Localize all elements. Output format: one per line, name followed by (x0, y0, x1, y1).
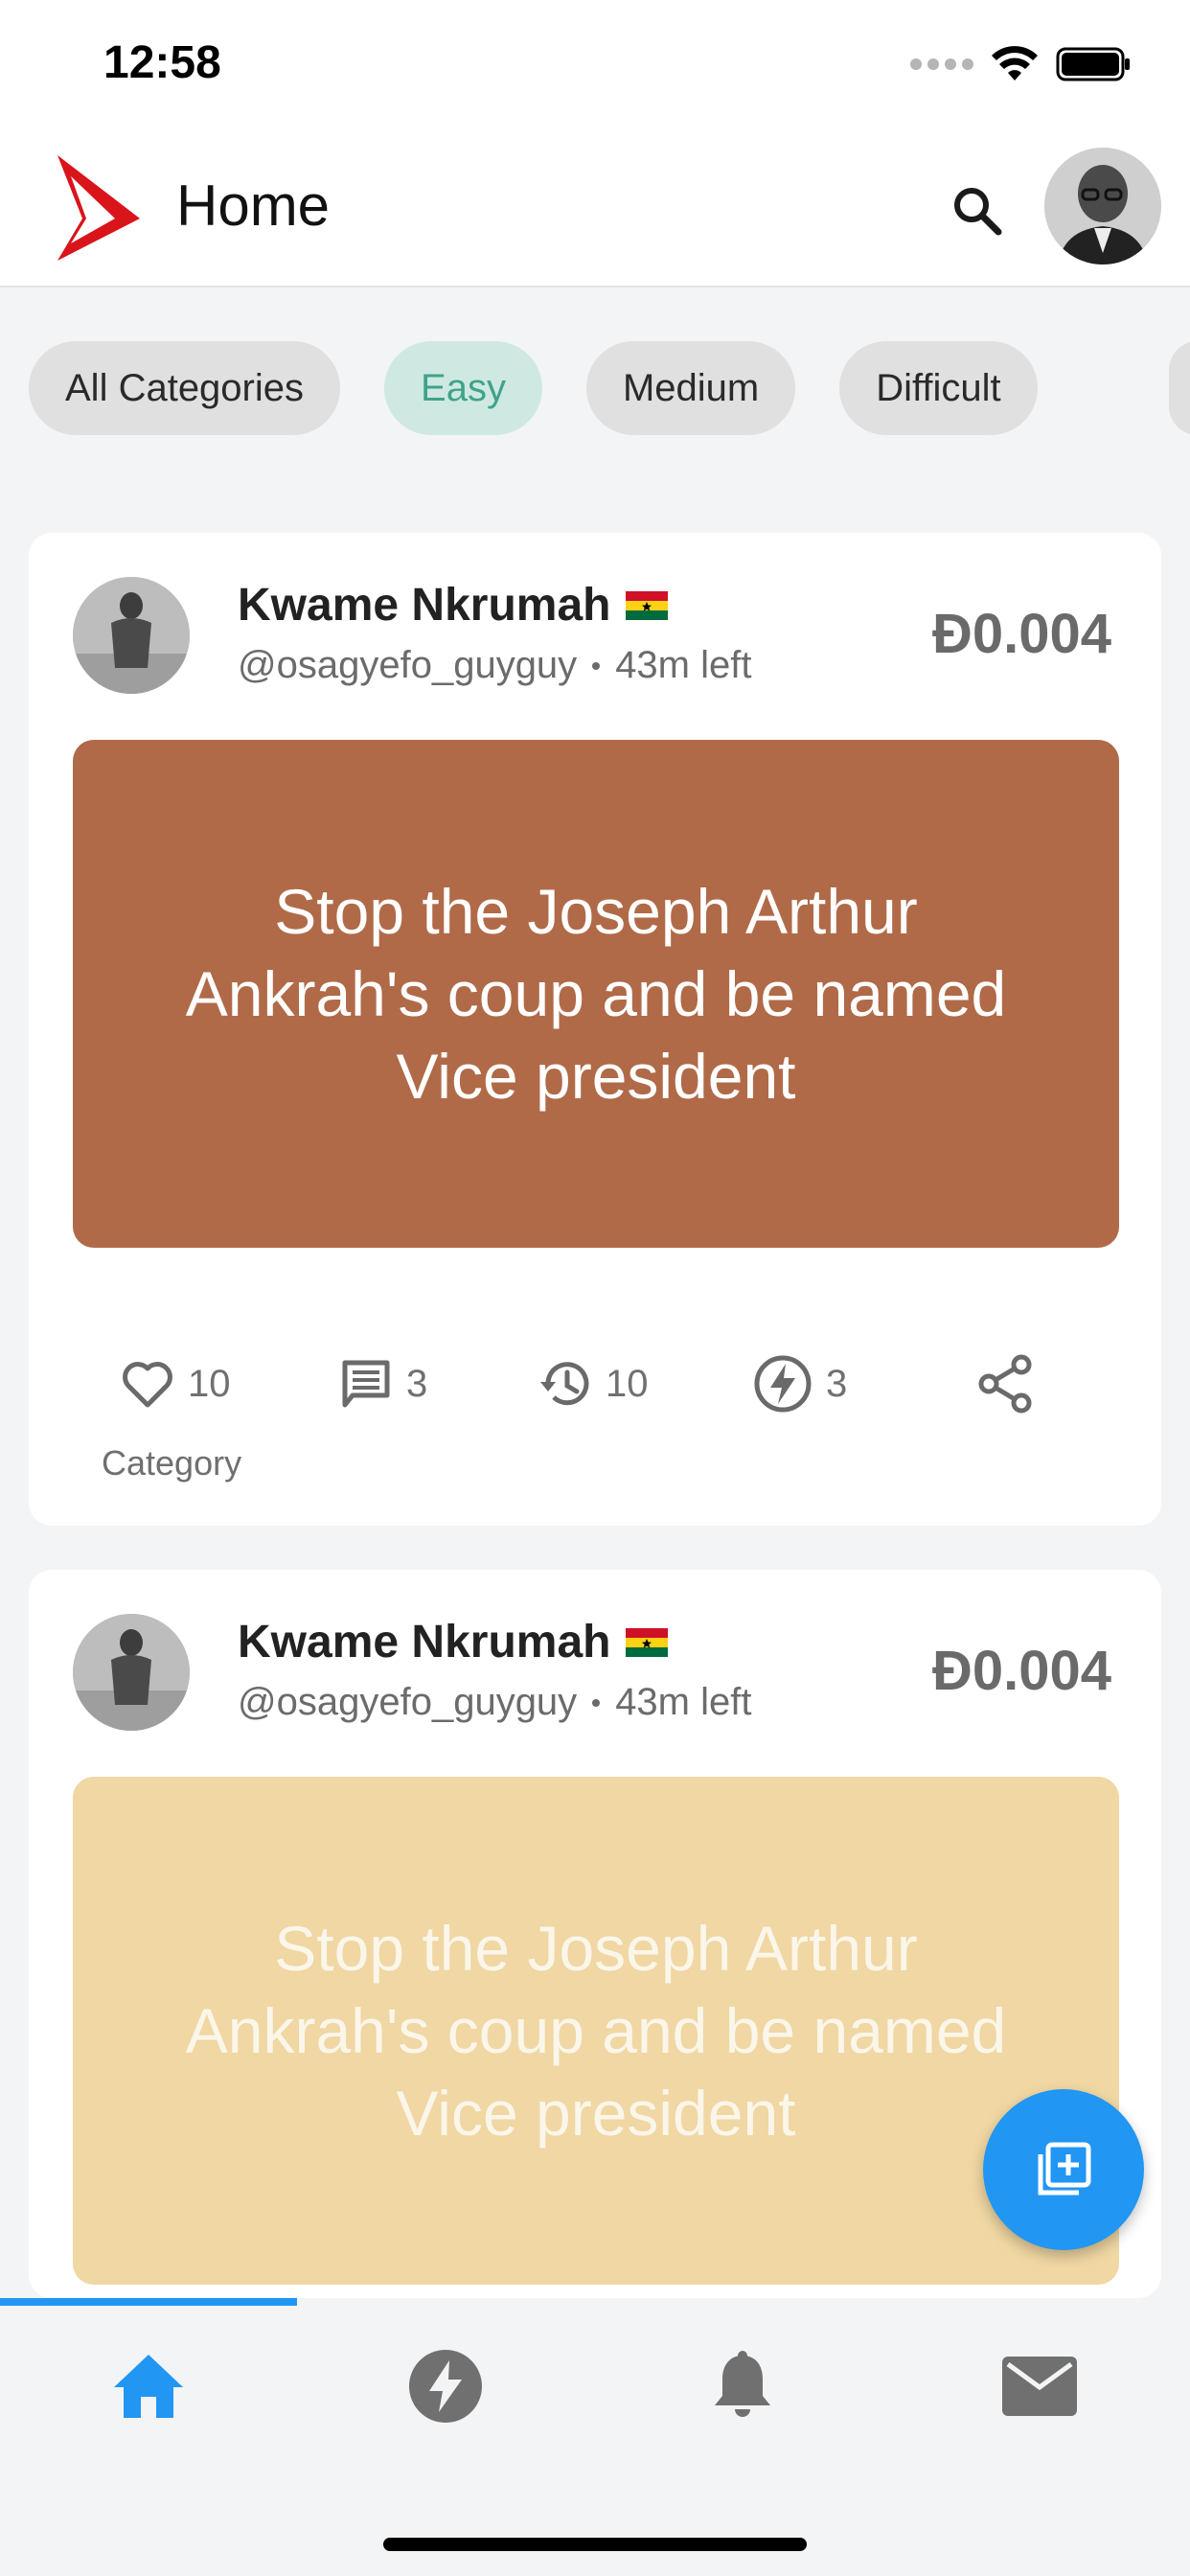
chip-all-categories[interactable]: All Categories (29, 341, 341, 435)
comment-button[interactable]: 3 (339, 1336, 427, 1432)
price-label: Đ0.004 (931, 603, 1111, 665)
time-left: 43m left (615, 644, 752, 686)
play-logo-icon (57, 155, 140, 261)
lightning-icon (409, 2350, 482, 2423)
challenge-text: Stop the Joseph Arthur Ankrah's coup and… (185, 1913, 1007, 2149)
chip-medium[interactable]: Medium (585, 341, 796, 435)
chip-difficult[interactable]: Difficult (839, 341, 1038, 435)
mail-icon (1002, 2357, 1077, 2416)
active-tab-indicator (0, 2298, 297, 2306)
search-icon (954, 188, 1002, 236)
category-label[interactable]: Category (102, 1443, 241, 1484)
comment-icon (342, 1360, 390, 1408)
history-button[interactable]: 10 (538, 1336, 649, 1432)
boost-count: 3 (826, 1362, 848, 1405)
history-count: 10 (606, 1362, 649, 1405)
nav-home[interactable] (0, 2329, 297, 2444)
ghana-flag-icon (626, 590, 669, 620)
author-name-text: Kwame Nkrumah (238, 1617, 611, 1668)
cellular-signal-icon (910, 58, 973, 70)
bottom-nav (0, 2298, 1190, 2576)
like-count: 10 (188, 1362, 231, 1405)
nav-messages[interactable] (891, 2329, 1188, 2444)
add-post-icon (1038, 2142, 1091, 2196)
post-actions: 10 3 10 3 (29, 1336, 1161, 1432)
ghana-flag-icon (626, 1627, 669, 1657)
author-avatar[interactable] (73, 577, 190, 694)
author-handle[interactable]: @osagyefo_guyguy (238, 644, 577, 687)
status-bar: 12:58 (0, 0, 1190, 134)
status-time: 12:58 (103, 37, 221, 88)
page-title: Home (176, 173, 331, 238)
challenge-box[interactable]: Stop the Joseph Arthur Ankrah's coup and… (73, 740, 1119, 1248)
comment-count: 3 (406, 1362, 428, 1405)
author-avatar[interactable] (73, 1614, 190, 1731)
author-name: Kwame Nkrumah (238, 579, 669, 632)
author-name-text: Kwame Nkrumah (238, 580, 611, 631)
challenge-box[interactable]: Stop the Joseph Arthur Ankrah's coup and… (73, 1777, 1119, 2285)
author-meta: @osagyefo_guyguy 43m left (238, 644, 751, 687)
post-card[interactable]: Kwame Nkrumah @osagyefo_guyguy 43m left … (29, 533, 1161, 1526)
app-bar: Home (0, 134, 1190, 288)
status-indicators (910, 46, 1133, 82)
home-indicator (383, 2538, 807, 2551)
challenge-text: Stop the Joseph Arthur Ankrah's coup and… (185, 876, 1007, 1112)
search-button[interactable] (939, 172, 1016, 249)
profile-avatar[interactable] (1044, 148, 1161, 264)
author-handle[interactable]: @osagyefo_guyguy (238, 1681, 577, 1724)
nav-challenges[interactable] (297, 2329, 594, 2444)
share-icon (978, 1354, 1032, 1414)
separator-dot (592, 1698, 601, 1707)
time-left: 43m left (615, 1681, 752, 1723)
history-icon (540, 1362, 589, 1406)
chip-overflow[interactable] (1169, 341, 1190, 435)
author-meta: @osagyefo_guyguy 43m left (238, 1681, 751, 1724)
lightning-circle-icon (754, 1355, 812, 1413)
like-button[interactable]: 10 (121, 1336, 231, 1432)
author-name: Kwame Nkrumah (238, 1616, 669, 1668)
chip-easy[interactable]: Easy (384, 341, 542, 435)
heart-icon (123, 1362, 172, 1408)
bell-icon (715, 2351, 770, 2417)
separator-dot (592, 661, 601, 670)
price-label: Đ0.004 (931, 1640, 1111, 1702)
battery-icon (1056, 47, 1130, 81)
home-icon (114, 2355, 183, 2418)
wifi-icon (992, 46, 1038, 80)
category-filter-row: All Categories Easy Medium Difficult (29, 341, 1038, 435)
nav-notifications[interactable] (594, 2329, 891, 2444)
share-button[interactable] (977, 1336, 1035, 1432)
boost-button[interactable]: 3 (753, 1336, 847, 1432)
add-post-button[interactable] (983, 2089, 1144, 2250)
